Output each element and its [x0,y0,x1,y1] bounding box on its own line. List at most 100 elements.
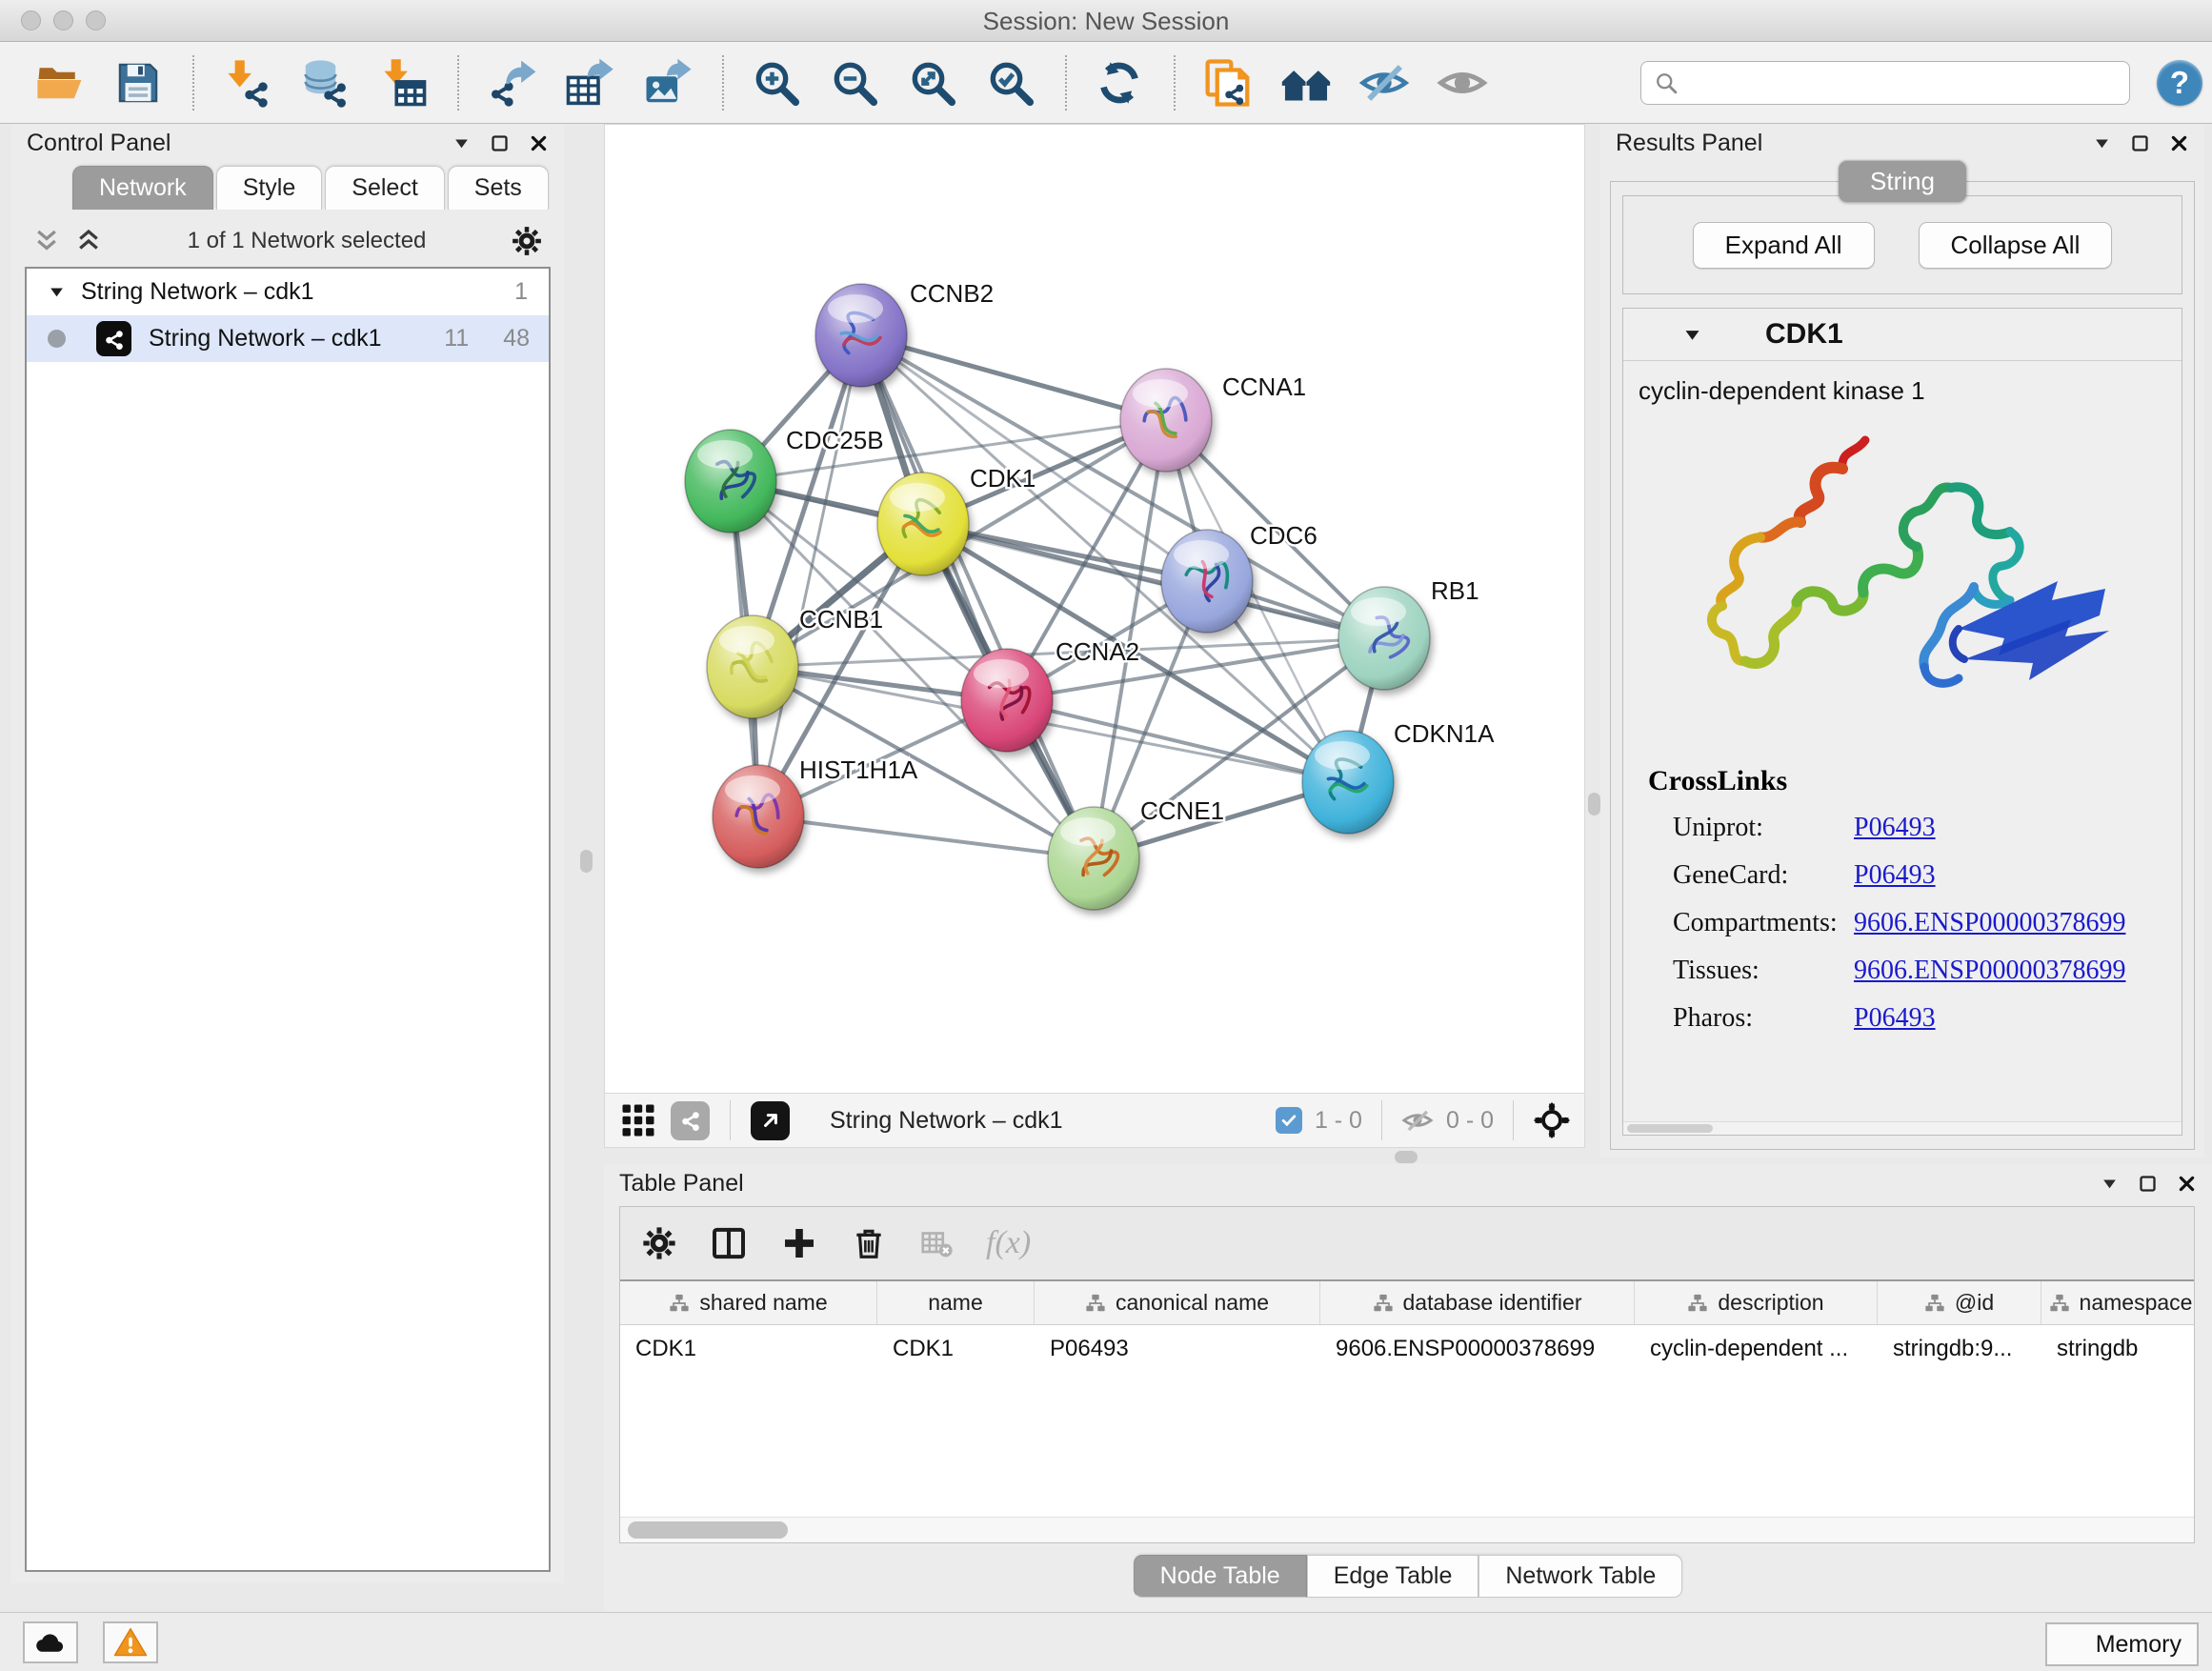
tab-network[interactable]: Network [72,166,213,210]
crosslink-row: Tissues: 9606.ENSP00000378699 [1648,956,2182,986]
zoom-out-button[interactable] [827,53,882,112]
gear-icon[interactable] [641,1225,677,1261]
splitter-handle[interactable] [1588,793,1600,815]
save-session-button[interactable] [111,53,166,112]
export-network-button[interactable] [484,53,539,112]
grid-view-button[interactable] [618,1101,657,1140]
cloud-status-button[interactable] [23,1621,78,1663]
export-image-button[interactable] [640,53,695,112]
network-node-CDK1[interactable] [877,473,969,575]
disclosure-triangle-icon[interactable] [48,283,66,301]
scrollbar-thumb[interactable] [628,1521,788,1539]
table-empty-area [620,1373,2194,1517]
expand-all-button[interactable]: Expand All [1693,222,1875,269]
zoom-in-button[interactable] [749,53,804,112]
network-canvas[interactable]: CCNB2CCNA1CDC25BCDK1CDC6RB1CCNB1CCNA2CDK… [604,124,1585,1094]
network-node-CCNA2[interactable] [961,649,1053,752]
export-table-button[interactable] [562,53,617,112]
show-columns-icon[interactable] [710,1224,748,1262]
gene-card-header[interactable]: CDK1 [1623,309,2182,361]
column-header-shared-name[interactable]: shared name [620,1281,877,1324]
collapse-all-chevrons-icon[interactable] [74,227,103,255]
tab-network-table[interactable]: Network Table [1478,1555,1682,1598]
crosslink-uniprot-link[interactable]: P06493 [1854,813,1936,843]
network-collection-row[interactable]: String Network – cdk1 1 [27,269,549,315]
network-row-selected[interactable]: String Network – cdk1 11 48 [27,315,549,362]
network-node-CCNB2[interactable] [815,284,907,387]
tab-select[interactable]: Select [325,166,444,210]
panel-float-icon[interactable] [2138,1174,2158,1194]
add-column-icon[interactable] [780,1224,818,1262]
network-node-CDC25B[interactable] [685,430,776,533]
toolbar-divider [1513,1100,1514,1140]
import-network-file-button[interactable] [219,53,274,112]
refresh-view-button[interactable] [1092,53,1147,112]
tab-string[interactable]: String [1839,160,1966,202]
import-network-database-button[interactable] [297,53,352,112]
network-node-RB1[interactable] [1338,587,1430,690]
expand-all-chevrons-icon[interactable] [32,227,61,255]
column-header-description[interactable]: description [1635,1281,1878,1324]
column-header-namespace[interactable]: namespace [2041,1281,2194,1324]
panel-menu-chevron-icon[interactable] [2101,1175,2119,1193]
network-graph[interactable]: CCNB2CCNA1CDC25BCDK1CDC6RB1CCNB1CCNA2CDK… [605,125,1584,1093]
toggle-graphics-details-button[interactable] [1357,53,1412,112]
warnings-button[interactable] [103,1621,158,1663]
protein-structure-image [1679,413,2126,742]
splitter-handle[interactable] [580,850,593,873]
panel-menu-chevron-icon[interactable] [452,134,471,152]
crosslink-genecard-link[interactable]: P06493 [1854,860,1936,891]
table-row[interactable]: CDK1 CDK1 P06493 9606.ENSP00000378699 cy… [620,1325,2194,1373]
open-session-button[interactable] [32,53,88,112]
network-view: CCNB2CCNA1CDC25BCDK1CDC6RB1CCNB1CCNA2CDK… [604,124,1585,1148]
column-header-id[interactable]: @id [1878,1281,2041,1324]
network-node-CCNB1[interactable] [707,615,798,718]
zoom-selected-button[interactable] [983,53,1038,112]
network-node-CDKN1A[interactable] [1302,731,1394,834]
crosslink-compartments-link[interactable]: 9606.ENSP00000378699 [1854,908,2125,938]
disclosure-triangle-icon[interactable] [1682,325,1702,345]
results-scrollbar[interactable] [1623,1121,2182,1135]
table-panel-header: Table Panel [604,1164,2212,1202]
table-horizontal-scrollbar[interactable] [620,1517,2194,1542]
column-header-name[interactable]: name [877,1281,1035,1324]
network-node-CDC6[interactable] [1161,530,1253,633]
string-view-button[interactable] [671,1101,710,1140]
panel-float-icon[interactable] [2130,133,2150,153]
duplicate-network-button[interactable] [1200,53,1256,112]
network-node-HIST1H1A[interactable] [713,765,804,868]
tab-style[interactable]: Style [216,166,323,210]
column-header-database-identifier[interactable]: database identifier [1320,1281,1635,1324]
birds-eye-target-icon[interactable] [1533,1101,1571,1139]
detach-view-button[interactable] [751,1101,790,1140]
panel-float-icon[interactable] [490,133,510,153]
network-list-toolbar: 1 of 1 Network selected [11,217,564,265]
zoom-fit-button[interactable] [905,53,960,112]
collapse-all-button[interactable]: Collapse All [1919,222,2113,269]
tab-sets[interactable]: Sets [448,166,549,210]
tab-node-table[interactable]: Node Table [1134,1555,1307,1598]
crosslink-tissues-link[interactable]: 9606.ENSP00000378699 [1854,956,2125,986]
memory-label: Memory [2096,1631,2182,1659]
panel-menu-chevron-icon[interactable] [2093,134,2111,152]
network-node-CCNA1[interactable] [1120,369,1212,472]
gear-icon[interactable] [511,225,543,257]
tab-edge-table[interactable]: Edge Table [1307,1555,1479,1598]
show-hide-panel-button[interactable] [1435,53,1490,112]
panel-close-icon[interactable] [2169,133,2189,153]
delete-column-trash-icon[interactable] [851,1225,887,1261]
network-node-CCNE1[interactable] [1048,807,1139,910]
help-button[interactable]: ? [2157,60,2202,106]
panel-close-icon[interactable] [2177,1174,2197,1194]
table-panel-title: Table Panel [619,1170,744,1198]
window-titlebar: Session: New Session [0,0,2212,42]
import-table-file-button[interactable] [375,53,431,112]
crosslink-pharos-link[interactable]: P06493 [1854,1003,1936,1034]
home-button[interactable] [1278,53,1334,112]
memory-button[interactable]: Memory [2045,1622,2199,1666]
search-input[interactable] [1689,70,2118,96]
splitter-handle[interactable] [1395,1151,1418,1163]
selected-items-checkbox[interactable] [1276,1107,1302,1134]
column-header-canonical-name[interactable]: canonical name [1035,1281,1320,1324]
panel-close-icon[interactable] [529,133,549,153]
